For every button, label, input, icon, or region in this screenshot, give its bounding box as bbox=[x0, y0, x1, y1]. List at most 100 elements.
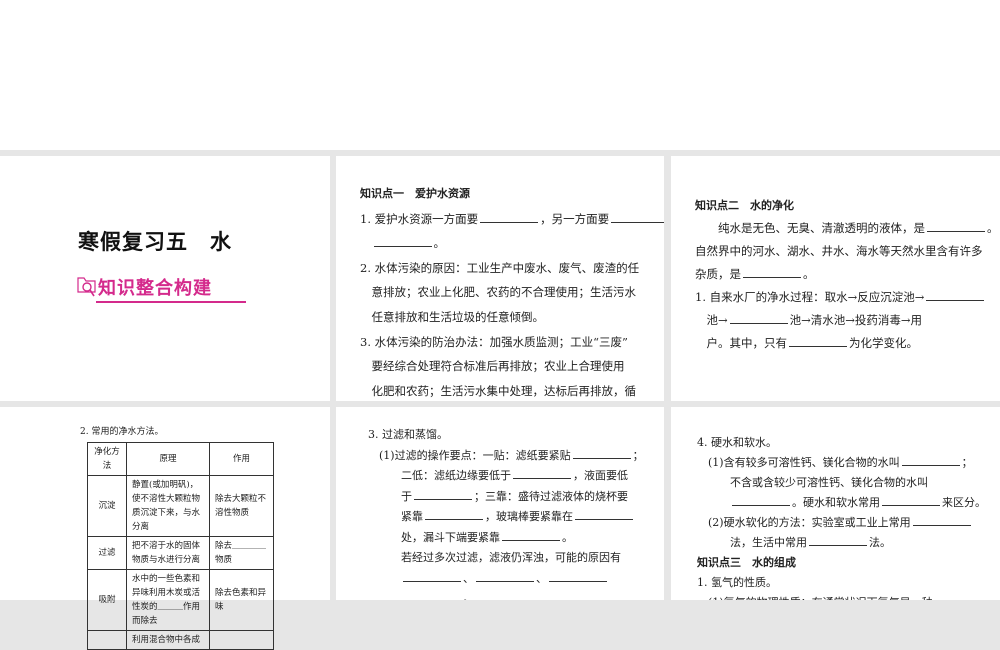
text-segment: 要经综合处理符合标准后再排放；农业上合理使用 bbox=[360, 359, 625, 374]
slide-hard-soft-water[interactable]: 4. 硬水和软水。 (1)含有较多可溶性钙、镁化合物的水叫 ； 不含或含较少可溶性… bbox=[671, 407, 1000, 600]
fill-blank[interactable] bbox=[403, 569, 461, 582]
text-block: 4. 硬水和软水。 (1)含有较多可溶性钙、镁化合物的水叫 ； 不含或含较少可溶性… bbox=[697, 433, 986, 600]
text-line: 。 bbox=[360, 231, 664, 256]
fill-blank[interactable] bbox=[789, 334, 847, 347]
fill-blank[interactable] bbox=[502, 528, 560, 541]
text-segment: 若经过多次过滤，滤液仍浑浊，可能的原因有 bbox=[368, 551, 621, 564]
text-line: 、、 bbox=[368, 569, 644, 590]
text-line: (1)氢气的物理性质：在通常状况下氢气是一种 bbox=[697, 593, 986, 600]
text-line: 3. 水体污染的防治办法：加强水质监测；工业“三废” bbox=[360, 330, 664, 355]
fill-blank[interactable] bbox=[901, 453, 960, 466]
text-line: 不含或含较少可溶性钙、镁化合物的水叫 bbox=[697, 473, 986, 493]
text-line: 。 bbox=[368, 589, 644, 600]
text-segment: 法。 bbox=[869, 536, 891, 549]
table-row: 沉淀 静置(或加明矾)，使不溶性大颗粒物质沉淀下来，与水分离 除去大颗粒不溶性物质 bbox=[87, 475, 274, 537]
fill-blank[interactable] bbox=[480, 210, 539, 223]
text-segment: 杂质，是 bbox=[695, 267, 741, 281]
text-line: 纯水是无色、无臭、清澈透明的液体，是 。 bbox=[695, 217, 999, 240]
text-segment bbox=[697, 496, 730, 509]
slide-protect-water[interactable]: 知识点一 爱护水资源 1. 爱护水资源一方面要 ，另一方面要 。 2. 水体污染的原因… bbox=[336, 156, 664, 401]
text-segment: 。 bbox=[803, 267, 815, 281]
fill-blank[interactable] bbox=[403, 589, 461, 600]
text-segment: (1)过滤的操作要点：一贴：滤纸要紧贴 bbox=[368, 448, 571, 462]
text-segment: 法，生活中常用 bbox=[697, 536, 807, 549]
text-segment: 户。其中，只有 bbox=[695, 336, 787, 350]
text-segment: 池→ bbox=[695, 313, 728, 327]
text-segment: 纯水是无色、无臭、清澈透明的液体，是 bbox=[695, 221, 925, 235]
text-segment: 3. 水体污染的防治办法：加强水质监测；工业“三废” bbox=[360, 334, 628, 349]
fill-blank[interactable] bbox=[809, 533, 867, 546]
slide-water-purification[interactable]: 知识点二 水的净化 纯水是无色、无臭、清澈透明的液体，是。自然界中的河水、湖水、… bbox=[671, 156, 1000, 401]
section-badge-label: 知识整合构建 bbox=[98, 278, 212, 299]
text-line: 任意排放和生活垃圾的任意倾倒。 bbox=[360, 305, 664, 330]
text-segment: ； bbox=[961, 456, 973, 469]
text-segment: 4. 硬水和软水。 bbox=[697, 436, 777, 449]
fill-blank[interactable] bbox=[729, 311, 788, 324]
fill-blank[interactable] bbox=[611, 210, 664, 223]
text-segment bbox=[368, 572, 401, 585]
table-row: 过滤 把不溶于水的固体物质与水进行分离 除去＿＿＿＿物质 bbox=[87, 536, 274, 570]
text-segment: 3. 过滤和蒸馏。 bbox=[368, 428, 448, 441]
text-segment: 、 bbox=[463, 571, 474, 585]
fill-blank[interactable] bbox=[732, 493, 790, 506]
column-header: 原理 bbox=[126, 442, 210, 476]
text-segment: 。 bbox=[433, 236, 446, 251]
fill-blank[interactable] bbox=[476, 569, 534, 582]
text-line: 意排放；农业上化肥、农药的不合理使用；生活污水 bbox=[360, 280, 664, 305]
magnifier-folder-icon bbox=[77, 277, 96, 297]
text-line: 紧靠 ，玻璃棒要紧靠在 bbox=[368, 507, 644, 528]
table-heading: 2. 常用的净水方法。 bbox=[80, 427, 164, 437]
text-segment: ，另一方面要 bbox=[540, 211, 610, 226]
fill-blank[interactable] bbox=[926, 288, 985, 301]
fill-blank[interactable] bbox=[425, 507, 483, 520]
text-line: 1. 氢气的性质。 bbox=[697, 573, 986, 593]
text-segment: 。 bbox=[463, 592, 474, 600]
fill-blank[interactable] bbox=[373, 234, 432, 248]
text-segment: (1)氢气的物理性质：在通常状况下氢气是一种 bbox=[697, 596, 933, 600]
fill-blank[interactable] bbox=[882, 493, 940, 506]
table-row: 吸附 水中的一些色素和异味利用木炭或活性炭的＿＿＿作用而除去 除去色素和异味 bbox=[87, 569, 274, 631]
text-segment: (1)含有较多可溶性钙、镁化合物的水叫 bbox=[697, 456, 900, 469]
text-segment: 不含或含较少可溶性钙、镁化合物的水叫 bbox=[697, 476, 928, 489]
slide-filtration-distillation[interactable]: 3. 过滤和蒸馏。 (1)过滤的操作要点：一贴：滤纸要紧贴 ； 二低：滤纸边缘要低… bbox=[336, 407, 664, 600]
text-segment: 二低：滤纸边缘要低于 bbox=[368, 469, 511, 482]
fill-blank[interactable] bbox=[743, 265, 801, 278]
fill-blank[interactable] bbox=[927, 219, 985, 232]
methods-table: 净化方法 原理 作用 沉淀 静置(或加明矾)，使不溶性大颗粒物质沉淀下来，与水分离 除去大… bbox=[87, 442, 274, 650]
text-segment: 。 bbox=[987, 221, 999, 235]
text-line: 要经综合处理符合标准后再排放；农业上合理使用 bbox=[360, 354, 664, 379]
text-line: 池→ 池→清水池→投药消毒→用 bbox=[695, 309, 999, 332]
fill-blank[interactable] bbox=[513, 466, 571, 479]
text-line: 杂质，是 。 bbox=[695, 263, 999, 286]
table-cell: 水中的一些色素和异味利用木炭或活性炭的＿＿＿作用而除去 bbox=[126, 569, 210, 631]
fill-blank[interactable] bbox=[912, 513, 971, 526]
text-line: 户。其中，只有 为化学变化。 bbox=[695, 332, 999, 355]
table-row: 利用混合物中各成 bbox=[87, 630, 274, 650]
fill-blank[interactable] bbox=[414, 487, 472, 500]
text-line: 1. 自来水厂的净水过程：取水→反应沉淀池→ bbox=[695, 286, 999, 309]
text-line: 2. 水体污染的原因：工业生产中废水、废气、废渣的任 bbox=[360, 256, 664, 281]
fill-blank[interactable] bbox=[575, 507, 633, 520]
table-cell: 把不溶于水的固体物质与水进行分离 bbox=[126, 536, 210, 570]
slide-cover[interactable]: 寒假复习五 水 知识整合构建 bbox=[0, 156, 330, 401]
fill-blank[interactable] bbox=[572, 446, 631, 459]
column-header: 作用 bbox=[209, 442, 274, 476]
top-blank-area bbox=[0, 0, 1000, 150]
page-title: 寒假复习五 水 bbox=[78, 229, 232, 254]
text-segment: ；三靠：盛待过滤液体的烧杯要 bbox=[474, 489, 628, 503]
text-line: 处，漏斗下端要紧靠 。 bbox=[368, 528, 644, 549]
text-line: 于 ；三靠：盛待过滤液体的烧杯要 bbox=[368, 487, 644, 508]
text-segment: 。 bbox=[562, 530, 573, 544]
text-line: (2)硬水软化的方法：实验室或工业上常用 bbox=[697, 513, 986, 533]
text-block: 知识点二 水的净化 纯水是无色、无臭、清澈透明的液体，是。自然界中的河水、湖水、… bbox=[695, 194, 999, 355]
text-line: (1)含有较多可溶性钙、镁化合物的水叫 ； bbox=[697, 453, 986, 473]
text-segment: 为化学变化。 bbox=[849, 336, 918, 350]
text-segment: 知识点一 爱护水资源 bbox=[360, 187, 470, 200]
table-cell: 过滤 bbox=[87, 536, 127, 570]
fill-blank[interactable] bbox=[549, 569, 607, 582]
text-segment bbox=[368, 592, 401, 600]
text-segment: 、 bbox=[536, 571, 547, 585]
column-header: 净化方法 bbox=[87, 442, 127, 476]
table-cell: 吸附 bbox=[87, 569, 127, 631]
text-segment: 1. 爱护水资源一方面要 bbox=[360, 211, 479, 226]
